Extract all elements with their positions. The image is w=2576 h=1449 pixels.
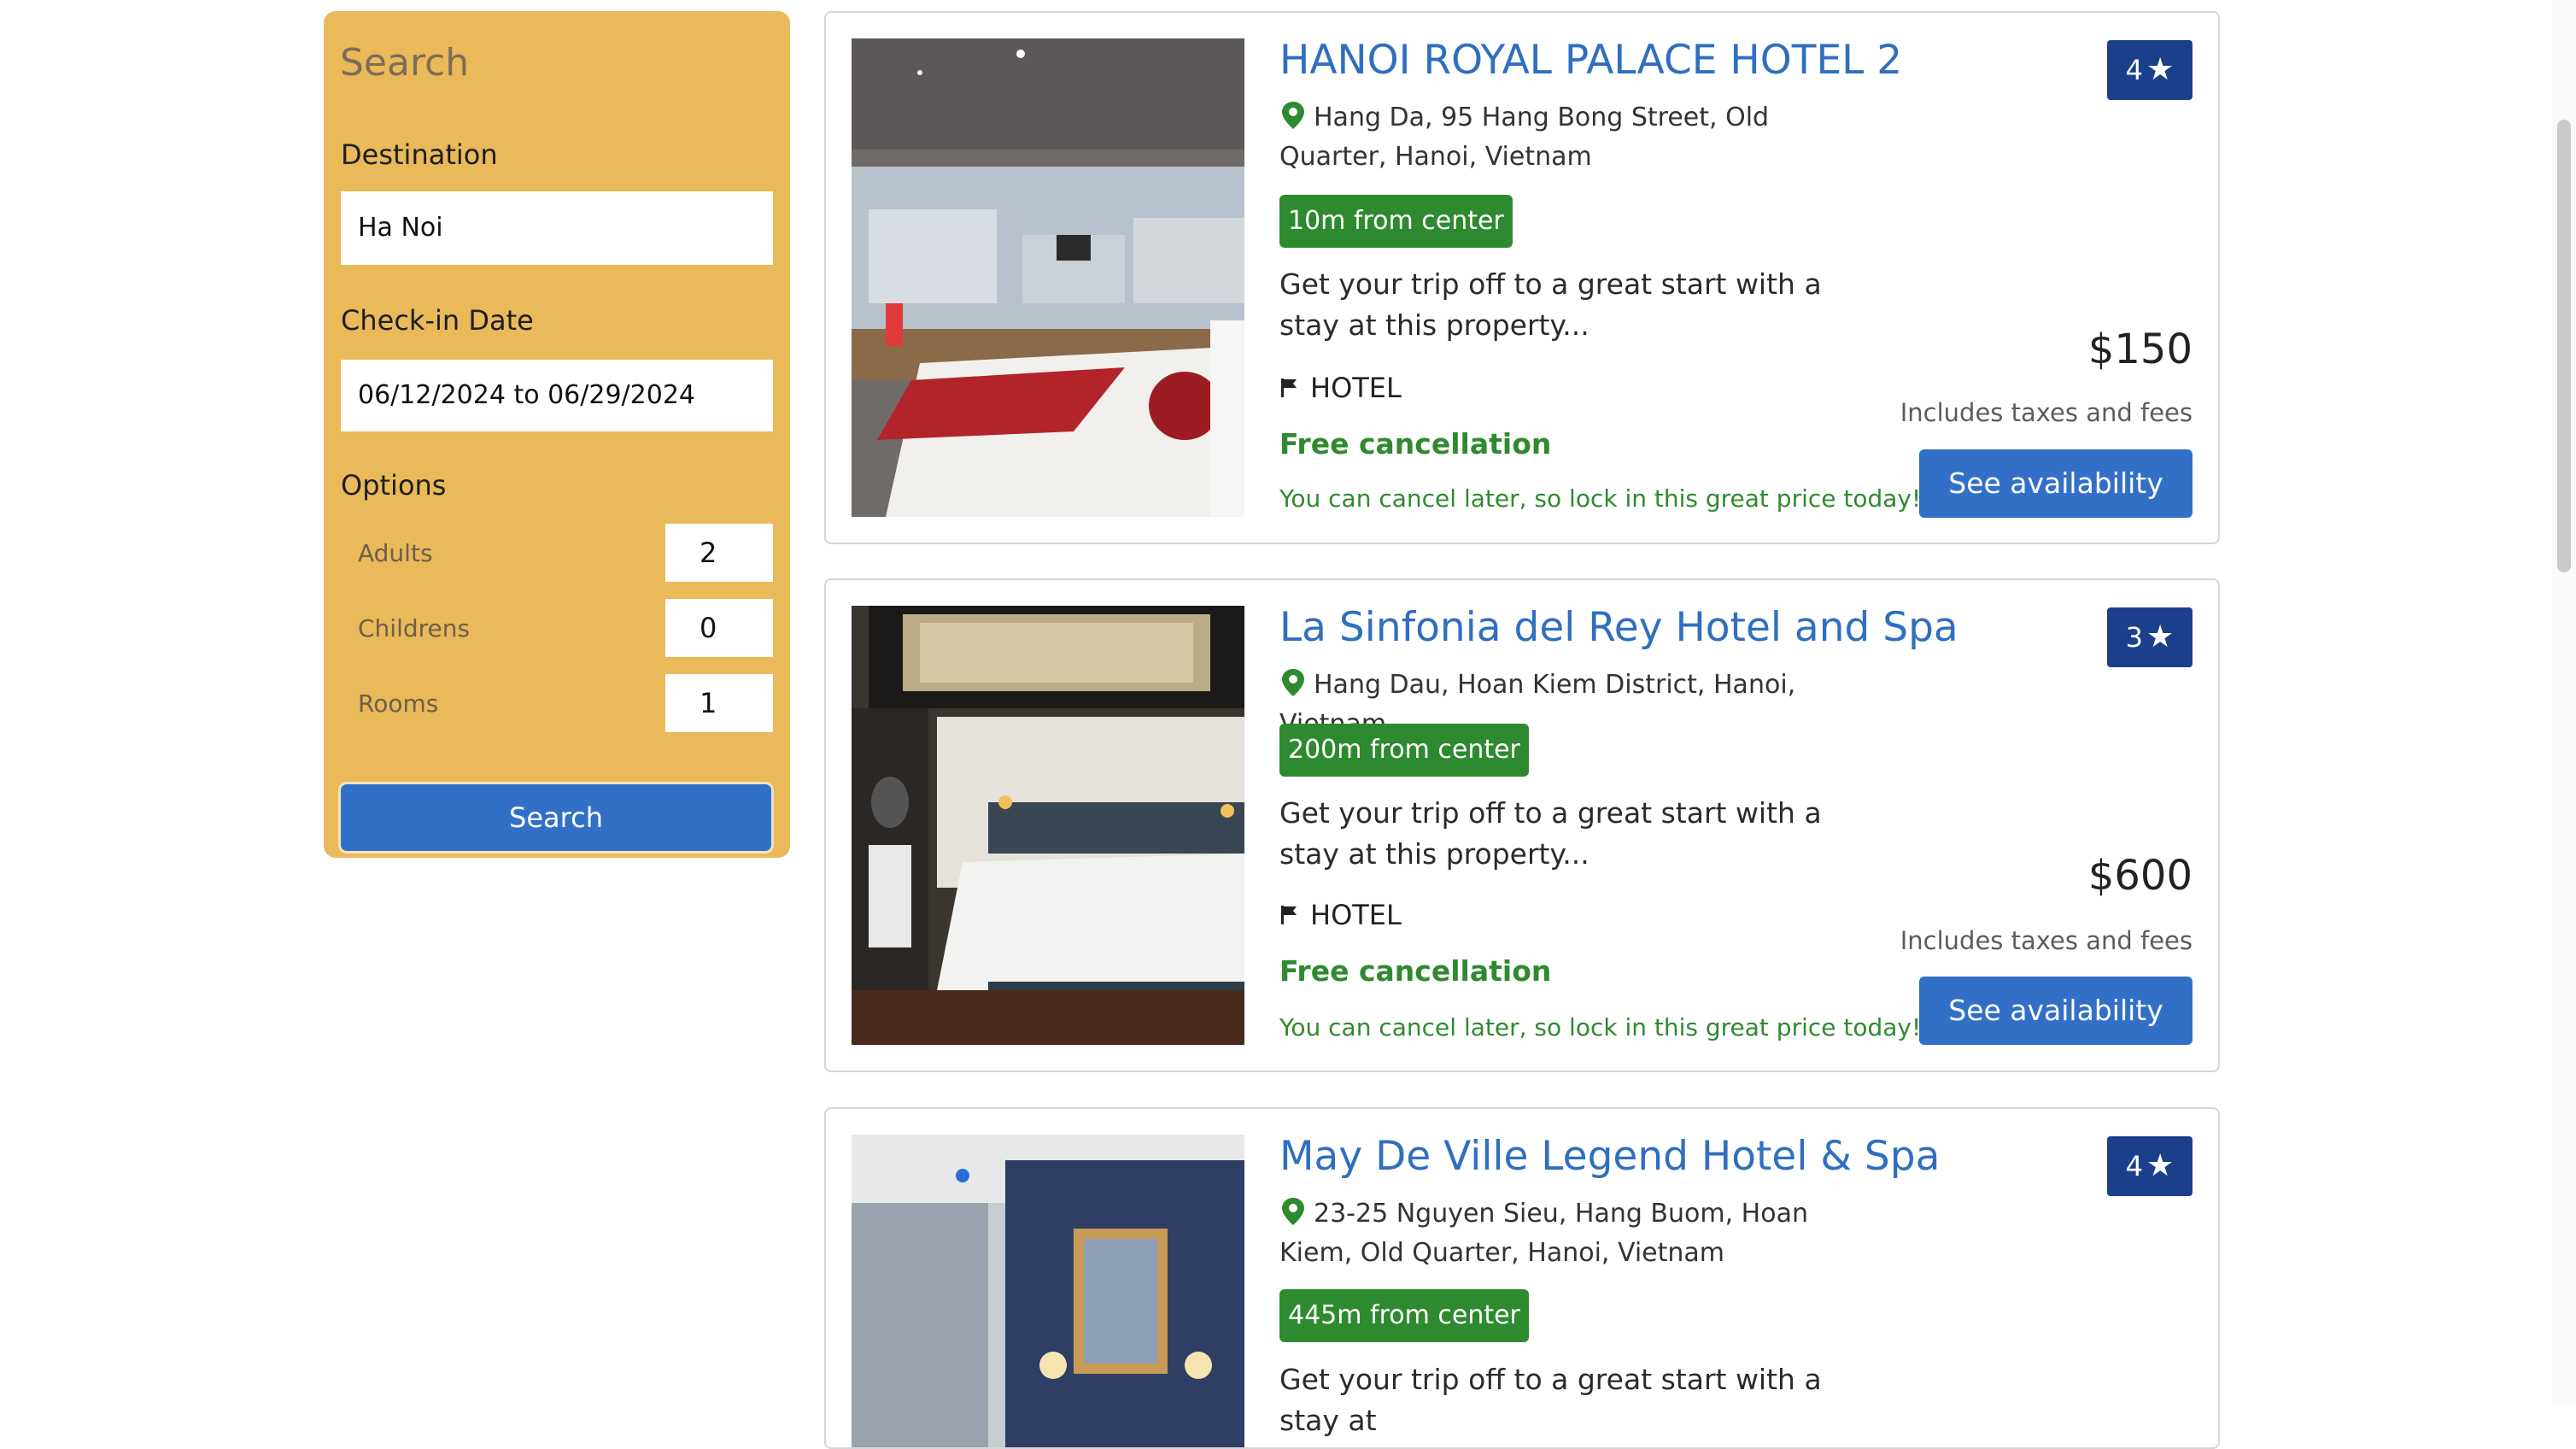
search-title: Search	[340, 41, 470, 85]
checkin-date-input[interactable]: 06/12/2024 to 06/29/2024	[341, 360, 773, 431]
rooms-input[interactable]: 1	[665, 674, 773, 732]
property-type-text: HOTEL	[1310, 899, 1402, 931]
taxes-note: Includes taxes and fees	[1900, 926, 2193, 955]
hotel-name-link[interactable]: May De Ville Legend Hotel & Spa	[1279, 1131, 1940, 1182]
hotel-description: Get your trip off to a great start with …	[1279, 1363, 1822, 1437]
options-label: Options	[341, 469, 447, 502]
hotel-photo[interactable]	[852, 38, 1244, 517]
location-pin-icon	[1279, 1196, 1307, 1227]
flag-icon	[1279, 373, 1298, 397]
cancellation-note: You can cancel later, so lock in this gr…	[1279, 1013, 1922, 1041]
star-rating-badge: 4 ★	[2107, 40, 2193, 100]
see-availability-button[interactable]: See availability	[1919, 977, 2193, 1045]
hotel-price: $150	[2087, 326, 2193, 373]
hotel-name-link[interactable]: HANOI ROYAL PALACE HOTEL 2	[1279, 35, 1902, 86]
hotel-name-link[interactable]: La Sinfonia del Rey Hotel and Spa	[1279, 602, 1958, 654]
hotel-photo[interactable]	[852, 606, 1244, 1045]
cancellation-note: You can cancel later, so lock in this gr…	[1279, 484, 1922, 513]
children-label: Childrens	[358, 614, 471, 642]
star-rating-value: 3	[2125, 621, 2144, 654]
star-rating-badge: 4 ★	[2107, 1136, 2193, 1196]
checkin-date-label: Check-in Date	[341, 304, 534, 337]
adults-option: Adults 2	[358, 524, 773, 582]
distance-badge: 10m from center	[1279, 195, 1513, 248]
destination-input[interactable]: Ha Noi	[341, 191, 773, 265]
star-icon: ★	[2146, 619, 2175, 654]
location-pin-icon	[1279, 100, 1307, 131]
adults-label: Adults	[358, 539, 433, 567]
taxes-note: Includes taxes and fees	[1900, 398, 2193, 427]
star-rating-badge: 3 ★	[2107, 607, 2193, 667]
scrollbar-thumb[interactable]	[2557, 120, 2571, 572]
star-icon: ★	[2146, 52, 2175, 87]
rooms-label: Rooms	[358, 689, 439, 718]
distance-badge: 200m from center	[1279, 724, 1529, 777]
property-type-text: HOTEL	[1310, 372, 1402, 404]
hotel-card: La Sinfonia del Rey Hotel and Spa Hang D…	[824, 578, 2220, 1072]
hotel-address-text: 23-25 Nguyen Sieu, Hang Buom, Hoan Kiem,…	[1279, 1199, 1808, 1268]
see-availability-button[interactable]: See availability	[1919, 449, 2193, 518]
star-icon: ★	[2146, 1148, 2175, 1183]
property-type: HOTEL	[1279, 371, 1402, 405]
scrollbar-track[interactable]	[2552, 0, 2576, 1405]
distance-badge: 445m from center	[1279, 1289, 1529, 1342]
property-type: HOTEL	[1279, 898, 1402, 932]
search-button[interactable]: Search	[338, 782, 774, 854]
free-cancellation: Free cancellation	[1279, 954, 1552, 988]
free-cancellation: Free cancellation	[1279, 427, 1552, 461]
hotel-description: Get your trip off to a great start with …	[1279, 796, 1822, 871]
hotel-address: 23-25 Nguyen Sieu, Hang Buom, Hoan Kiem,…	[1279, 1194, 1860, 1273]
hotel-card: May De Ville Legend Hotel & Spa 23-25 Ng…	[824, 1107, 2220, 1449]
location-pin-icon	[1279, 667, 1307, 698]
hotel-photo[interactable]	[852, 1135, 1244, 1447]
flag-icon	[1279, 900, 1298, 924]
star-rating-value: 4	[2125, 54, 2144, 86]
children-input[interactable]: 0	[665, 599, 773, 657]
children-option: Childrens 0	[358, 599, 773, 657]
search-panel: Search Destination Ha Noi Check-in Date …	[324, 11, 790, 858]
hotel-address-text: Hang Da, 95 Hang Bong Street, Old Quarte…	[1279, 103, 1770, 172]
hotel-price: $600	[2087, 852, 2193, 900]
rooms-option: Rooms 1	[358, 674, 773, 732]
hotel-address: Hang Da, 95 Hang Bong Street, Old Quarte…	[1279, 98, 1860, 177]
hotel-card: HANOI ROYAL PALACE HOTEL 2 Hang Da, 95 H…	[824, 11, 2220, 544]
hotel-description: Get your trip off to a great start with …	[1279, 267, 1822, 342]
adults-input[interactable]: 2	[665, 524, 773, 582]
star-rating-value: 4	[2125, 1150, 2144, 1182]
destination-label: Destination	[341, 138, 498, 171]
